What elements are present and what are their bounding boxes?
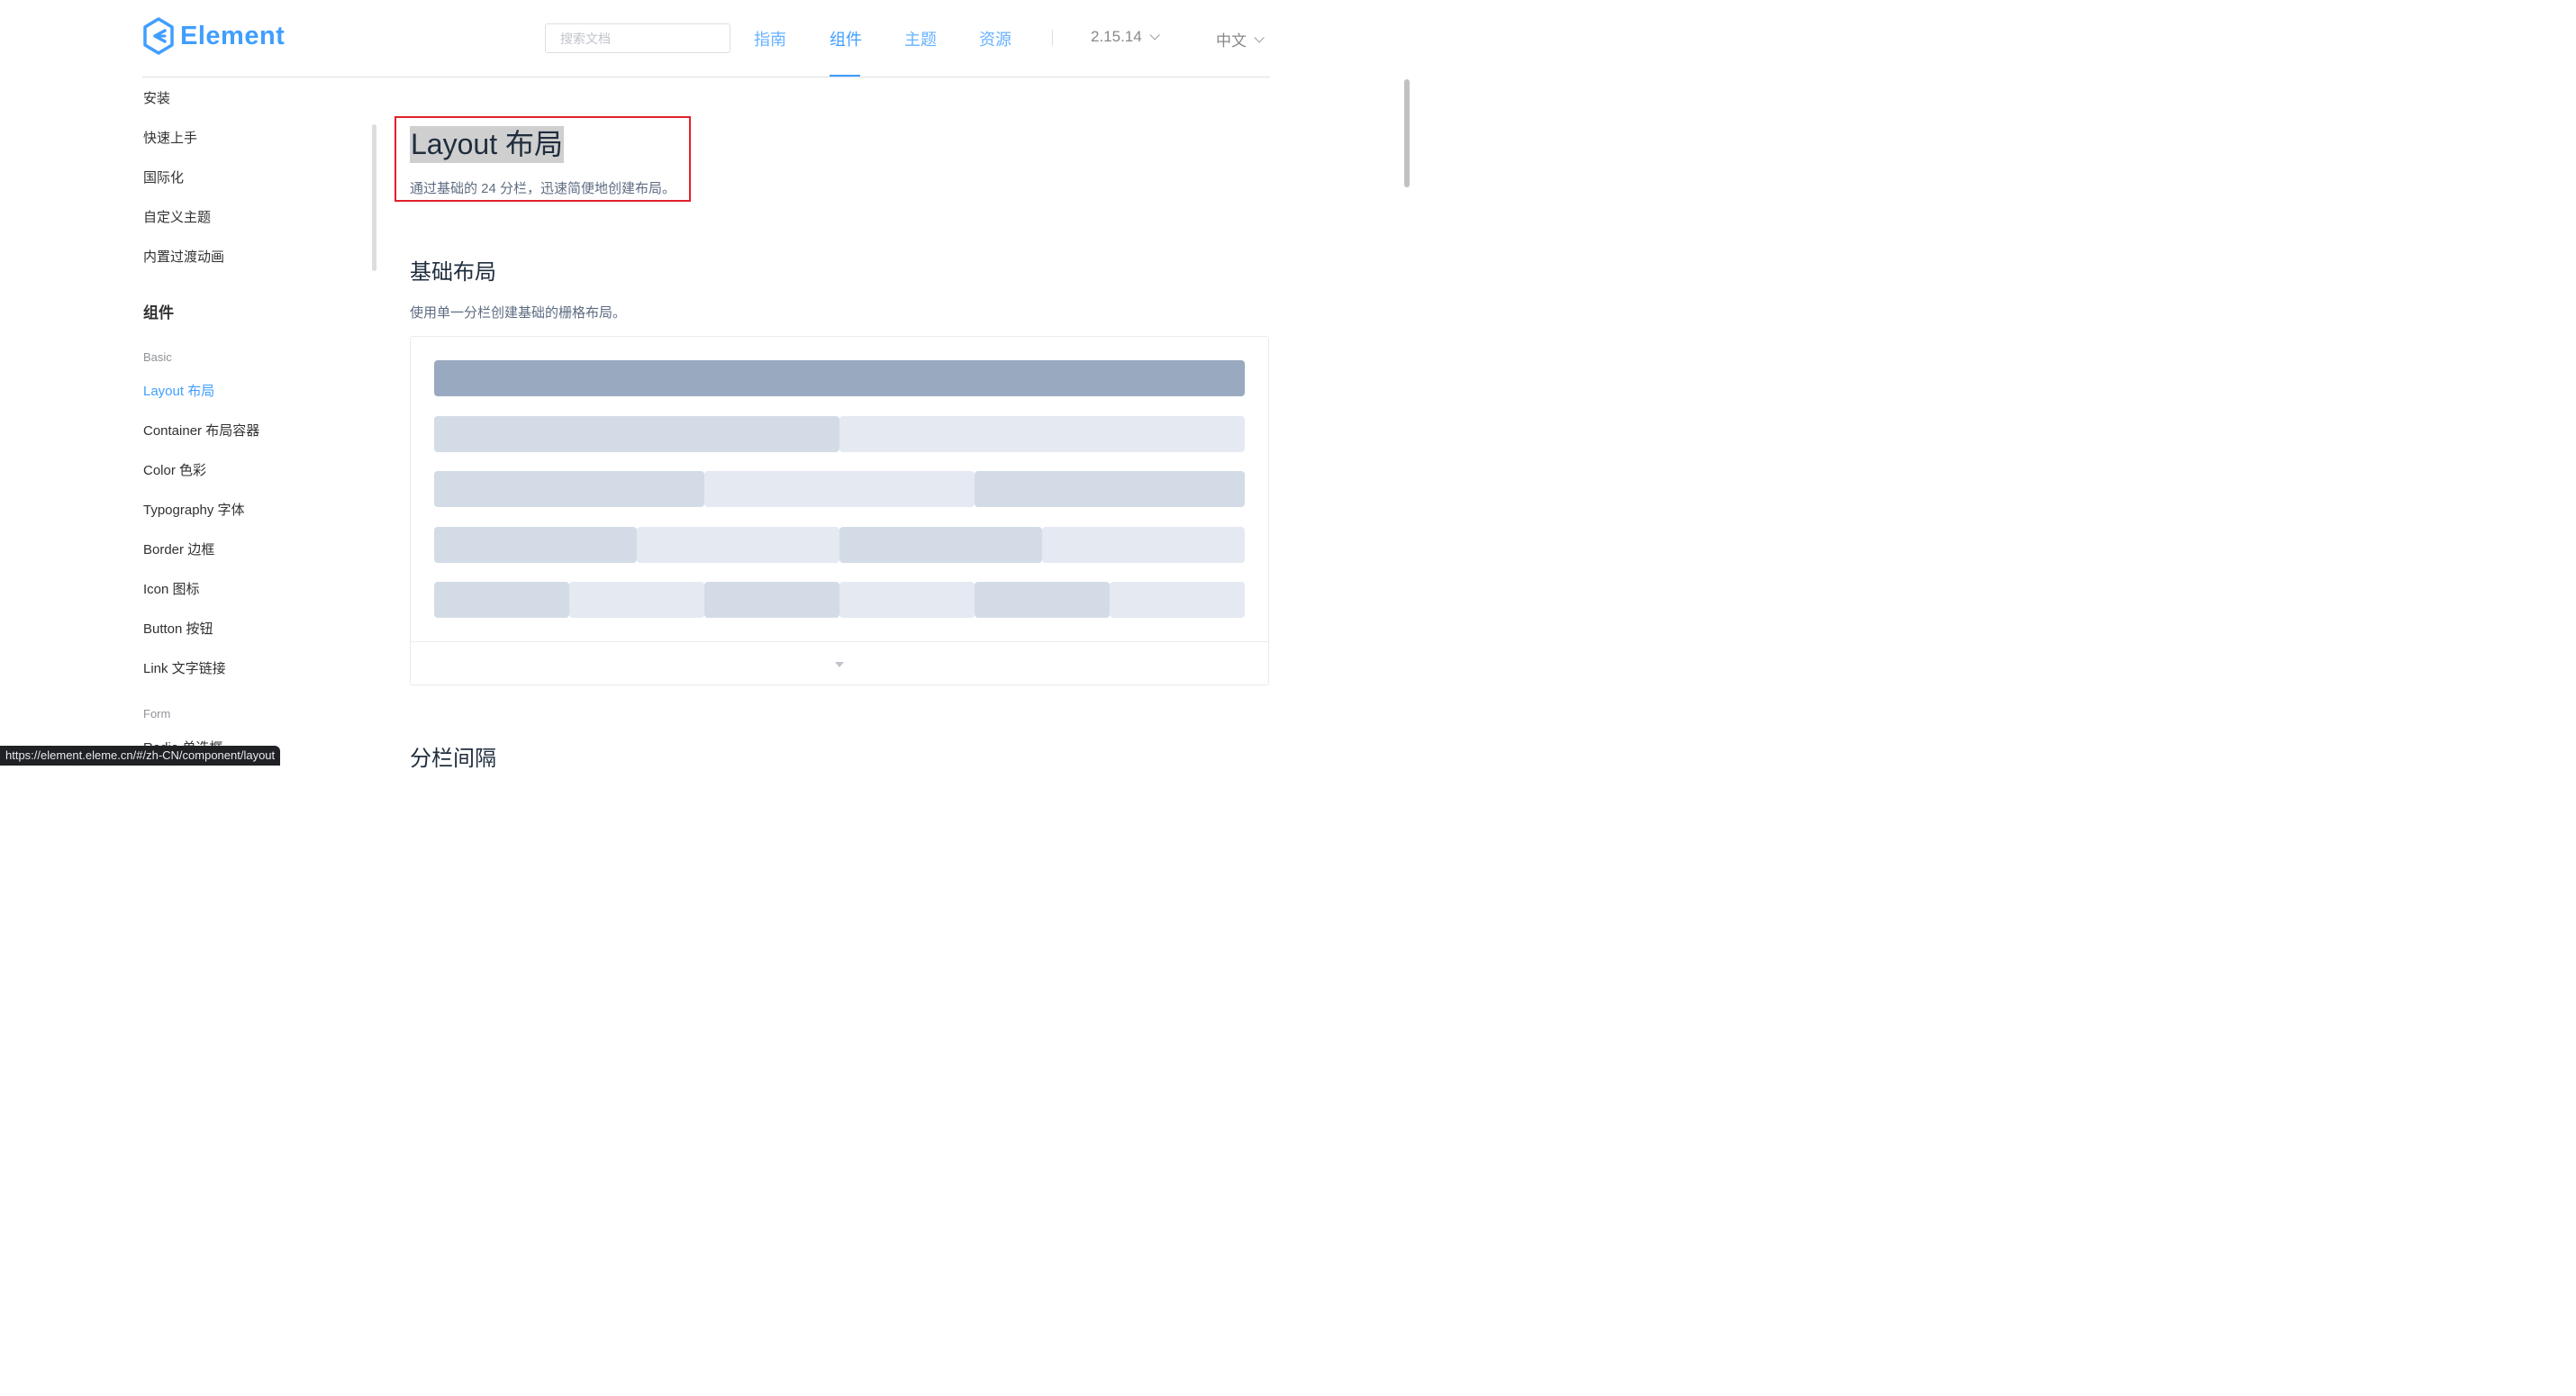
sidebar-item-border[interactable]: Border 边框 [143, 539, 214, 558]
caret-down-icon[interactable] [835, 662, 844, 667]
sidebar-item-button[interactable]: Button 按钮 [143, 619, 213, 638]
grid-col [975, 582, 1110, 618]
page-title: Layout 布局 [410, 126, 564, 163]
sidebar-item-layout[interactable]: Layout 布局 [143, 381, 214, 400]
page-subtitle: 通过基础的 24 分栏，迅速简便地创建布局。 [410, 181, 676, 196]
language-dropdown[interactable]: 中文 [1216, 28, 1265, 50]
nav-theme[interactable]: 主题 [904, 27, 937, 50]
sidebar-item-quickstart[interactable]: 快速上手 [143, 128, 197, 147]
section-title-basic-layout: 基础布局 [410, 260, 496, 285]
demo-row [434, 471, 1245, 507]
nav-divider [1052, 30, 1053, 46]
demo-row [434, 360, 1245, 396]
sidebar-category-form: Form [143, 707, 171, 721]
sidebar-item-i18n[interactable]: 国际化 [143, 168, 184, 186]
grid-col [975, 471, 1245, 507]
sidebar-category-basic: Basic [143, 350, 172, 364]
sidebar-item-container[interactable]: Container 布局容器 [143, 421, 259, 440]
sidebar-group-title: 组件 [143, 304, 174, 322]
sidebar-item-transition[interactable]: 内置过渡动画 [143, 247, 224, 266]
version-label: 2.15.14 [1091, 28, 1142, 45]
version-dropdown[interactable]: 2.15.14 [1091, 28, 1160, 46]
sidebar-item-color[interactable]: Color 色彩 [143, 460, 206, 479]
demo-row [434, 582, 1245, 618]
section-title-gutter: 分栏间隔 [410, 747, 496, 771]
grid-col [839, 416, 1245, 452]
grid-col [434, 360, 1245, 396]
chevron-down-icon [1254, 32, 1265, 43]
grid-col [434, 471, 704, 507]
top-header: Element 指南 组件 主题 资源 2.15.14 中文 [0, 0, 1412, 77]
element-hexagon-icon [143, 17, 174, 55]
grid-col [434, 416, 839, 452]
sidebar-item-typography[interactable]: Typography 字体 [143, 500, 245, 519]
grid-col [434, 527, 637, 563]
sidebar-item-link[interactable]: Link 文字链接 [143, 658, 226, 677]
grid-col [839, 582, 975, 618]
search-input[interactable] [545, 23, 730, 53]
grid-col [569, 582, 704, 618]
nav-guide[interactable]: 指南 [754, 27, 786, 50]
grid-col [1042, 527, 1245, 563]
logo-text: Element [180, 21, 286, 50]
nav-resource[interactable]: 资源 [979, 27, 1011, 50]
grid-col [704, 582, 839, 618]
page-scrollbar[interactable] [1404, 79, 1410, 187]
grid-col [434, 582, 569, 618]
demo-row [434, 416, 1245, 452]
grid-col [704, 471, 975, 507]
demo-footer-divider [411, 641, 1268, 642]
sidebar-item-custom-theme[interactable]: 自定义主题 [143, 207, 211, 226]
sidebar-item-icon[interactable]: Icon 图标 [143, 579, 200, 598]
demo-row [434, 527, 1245, 563]
chevron-down-icon [1149, 30, 1160, 41]
grid-col [637, 527, 839, 563]
grid-col [839, 527, 1042, 563]
section-description: 使用单一分栏创建基础的栅格布局。 [410, 305, 627, 321]
language-label: 中文 [1216, 32, 1247, 50]
sidebar-item-install[interactable]: 安装 [143, 88, 170, 107]
sidebar-scrollbar[interactable] [372, 124, 376, 271]
status-bar-url: https://element.eleme.cn/#/zh-CN/compone… [0, 746, 281, 766]
grid-col [1110, 582, 1245, 618]
nav-component[interactable]: 组件 [830, 27, 862, 50]
element-logo[interactable]: Element [142, 17, 285, 55]
